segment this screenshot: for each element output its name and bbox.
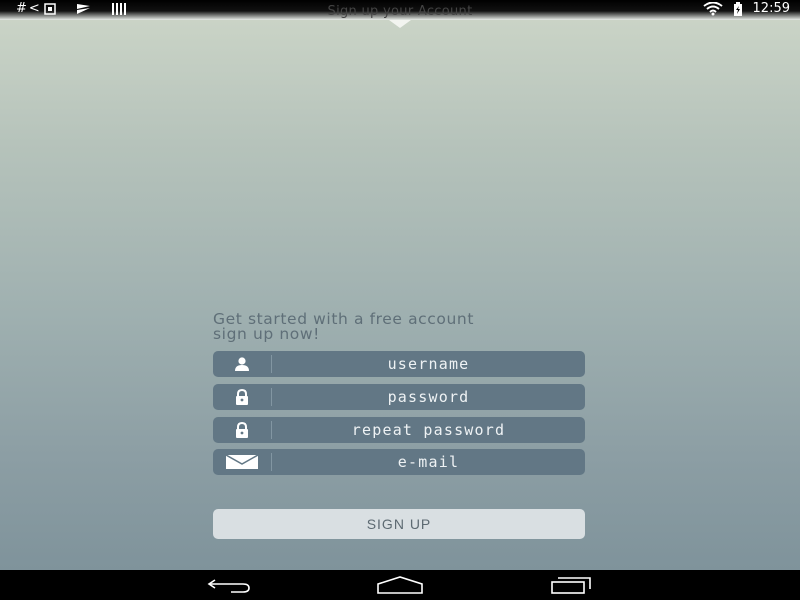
tagline-line2: sign up now! bbox=[213, 325, 320, 343]
signup-button[interactable]: SIGN UP bbox=[213, 509, 585, 539]
username-input[interactable] bbox=[272, 351, 585, 377]
password-field[interactable] bbox=[213, 384, 585, 410]
email-field[interactable] bbox=[213, 449, 585, 475]
home-icon bbox=[377, 576, 423, 594]
page-title: Sign up your Account bbox=[327, 4, 473, 19]
username-field[interactable] bbox=[213, 351, 585, 377]
app-screen: # < 12:59 Sign up your Account Get start… bbox=[0, 0, 800, 570]
user-icon bbox=[213, 351, 271, 377]
title-pointer bbox=[389, 20, 411, 28]
email-input[interactable] bbox=[272, 449, 585, 475]
title-bar: Sign up your Account bbox=[0, 0, 800, 20]
envelope-icon bbox=[213, 449, 271, 475]
recents-button[interactable] bbox=[542, 574, 602, 596]
tagline: Get started with a free account sign up … bbox=[213, 311, 585, 343]
recents-icon bbox=[551, 577, 591, 594]
lock-icon bbox=[213, 417, 271, 443]
repeat-password-input[interactable] bbox=[272, 417, 585, 443]
password-input[interactable] bbox=[272, 384, 585, 410]
back-button[interactable] bbox=[199, 574, 259, 596]
lock-icon bbox=[213, 384, 271, 410]
back-icon bbox=[207, 579, 250, 593]
repeat-password-field[interactable] bbox=[213, 417, 585, 443]
signup-form: Get started with a free account sign up … bbox=[213, 311, 585, 539]
home-button[interactable] bbox=[370, 574, 430, 596]
navigation-bar bbox=[0, 570, 800, 600]
